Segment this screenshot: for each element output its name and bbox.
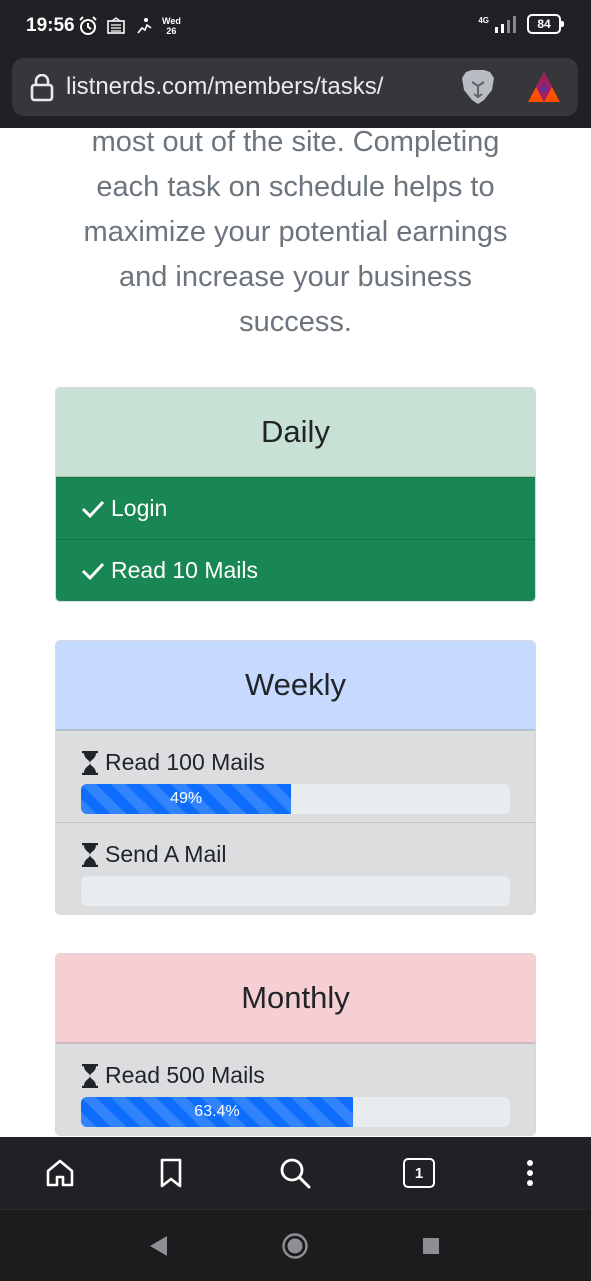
more-vertical-icon — [527, 1160, 533, 1186]
battery-indicator: 84 — [527, 14, 564, 34]
recents-square-icon — [423, 1238, 439, 1254]
page-content[interactable]: most out of the site. Completing each ta… — [0, 128, 591, 1137]
hourglass-icon — [82, 1063, 98, 1088]
bookmarks-button[interactable] — [153, 1155, 189, 1191]
progress-bar: 63.4% — [81, 1097, 353, 1127]
task-label: Send A Mail — [105, 841, 227, 867]
signal-icon — [495, 16, 516, 33]
recents-button[interactable] — [415, 1230, 447, 1262]
home-button[interactable] — [42, 1155, 78, 1191]
network-type: 4G — [478, 15, 489, 25]
alarm-icon — [79, 16, 97, 35]
hourglass-icon — [82, 842, 98, 867]
status-date: Wed 26 — [162, 16, 181, 36]
task-label: Login — [111, 495, 168, 521]
monthly-header: Monthly — [56, 954, 535, 1043]
progress-track: 63.4% — [81, 1097, 510, 1127]
back-button[interactable] — [142, 1230, 174, 1262]
browser-address-bar: listnerds.com/members/tasks/ — [0, 56, 591, 128]
home-nav-button[interactable] — [279, 1230, 311, 1262]
home-circle-icon — [282, 1233, 308, 1259]
search-icon — [280, 1158, 311, 1189]
daily-task-login: Login — [56, 477, 535, 539]
daily-card: Daily Login Read 10 Mails — [55, 387, 536, 602]
monthly-task-read-500-mails: Read 500 Mails 63.4% — [56, 1043, 535, 1135]
url-text[interactable]: listnerds.com/members/tasks/ — [66, 73, 383, 101]
bat-triangle-icon[interactable] — [526, 70, 562, 104]
daily-header: Daily — [56, 388, 535, 477]
progress-bar: 49% — [81, 784, 292, 814]
weekly-card: Weekly Read 100 Mails 49% Send A Mail — [55, 640, 536, 915]
brave-lion-icon[interactable] — [460, 68, 496, 106]
task-label: Read 500 Mails — [105, 1062, 265, 1088]
daily-task-read-10-mails: Read 10 Mails — [56, 539, 535, 601]
check-icon — [81, 562, 105, 580]
url-field[interactable]: listnerds.com/members/tasks/ — [12, 58, 578, 116]
home-icon — [46, 1159, 74, 1187]
status-bar: 19:56 Wed 26 4G 84 — [0, 0, 591, 56]
activity-icon — [137, 18, 152, 34]
browser-toolbar: 1 — [0, 1137, 591, 1209]
weekly-header: Weekly — [56, 641, 535, 730]
intro-text: most out of the site. Completing each ta… — [83, 128, 508, 338]
weekly-task-send-a-mail: Send A Mail — [56, 822, 535, 914]
monthly-card: Monthly Read 500 Mails 63.4% — [55, 953, 536, 1136]
tabs-icon: 1 — [403, 1158, 435, 1188]
progress-track: 49% — [81, 784, 510, 814]
check-icon — [81, 500, 105, 518]
search-button[interactable] — [277, 1155, 313, 1191]
lock-icon[interactable] — [30, 74, 54, 102]
hourglass-icon — [82, 750, 98, 775]
bookmark-icon — [160, 1158, 182, 1188]
status-time: 19:56 — [26, 15, 75, 36]
weekly-task-read-100-mails: Read 100 Mails 49% — [56, 730, 535, 822]
task-label: Read 100 Mails — [105, 749, 265, 775]
menu-button[interactable] — [512, 1155, 548, 1191]
progress-track — [81, 876, 510, 906]
task-label: Read 10 Mails — [111, 557, 259, 583]
sim-icon — [107, 17, 125, 34]
system-nav-bar — [0, 1209, 591, 1281]
back-icon — [150, 1236, 167, 1256]
tabs-button[interactable]: 1 — [401, 1155, 437, 1191]
